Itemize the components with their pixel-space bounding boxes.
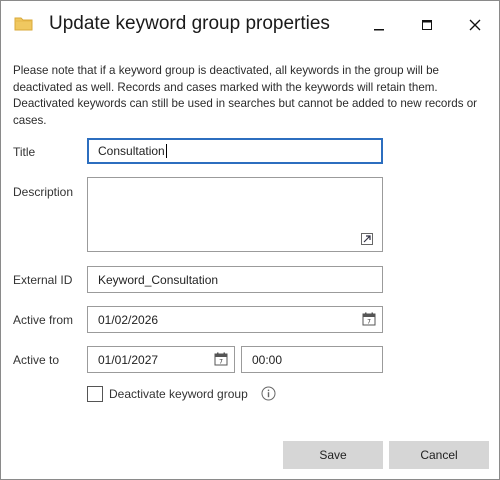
external-id-input[interactable]: Keyword_Consultation — [87, 266, 383, 293]
title-input[interactable]: Consultation — [87, 138, 383, 164]
calendar-icon[interactable]: 7 — [362, 312, 376, 326]
description-textarea[interactable] — [87, 177, 383, 252]
external-id-value: Keyword_Consultation — [98, 272, 219, 287]
active-to-time-input[interactable]: 00:00 — [241, 346, 383, 373]
active-from-label: Active from — [13, 313, 74, 327]
description-label: Description — [13, 185, 74, 199]
svg-text:7: 7 — [219, 359, 223, 366]
title-label: Title — [13, 145, 36, 159]
active-from-value: 01/02/2026 — [98, 312, 159, 327]
calendar-icon[interactable]: 7 — [214, 352, 228, 366]
deactivation-notice: Please note that if a keyword group is d… — [13, 64, 478, 127]
info-icon[interactable] — [261, 386, 276, 401]
close-button[interactable] — [463, 13, 487, 37]
active-to-date-input[interactable]: 01/01/2027 7 — [87, 346, 235, 373]
svg-text:7: 7 — [367, 319, 371, 326]
active-to-date-value: 01/01/2027 — [98, 352, 159, 367]
deactivate-checkbox[interactable] — [87, 386, 103, 402]
save-button[interactable]: Save — [283, 441, 383, 469]
text-caret — [165, 144, 167, 158]
maximize-button[interactable] — [415, 13, 439, 37]
minimize-button[interactable] — [367, 13, 391, 37]
folder-icon — [14, 16, 34, 32]
cancel-button[interactable]: Cancel — [389, 441, 489, 469]
external-id-label: External ID — [13, 273, 73, 287]
deactivate-label: Deactivate keyword group — [109, 387, 248, 401]
title-input-value: Consultation — [98, 144, 165, 158]
close-icon — [469, 19, 481, 31]
expand-icon[interactable] — [361, 233, 373, 245]
active-from-date-input[interactable]: 01/02/2026 7 — [87, 306, 383, 333]
active-to-time-value: 00:00 — [252, 352, 283, 367]
dialog-title: Update keyword group properties — [49, 13, 330, 34]
maximize-icon — [422, 20, 432, 30]
title-bar: Update keyword group properties — [1, 1, 499, 49]
active-to-label: Active to — [13, 353, 60, 367]
minimize-icon — [374, 29, 384, 31]
dialog-window: Update keyword group properties Please n… — [0, 0, 500, 480]
